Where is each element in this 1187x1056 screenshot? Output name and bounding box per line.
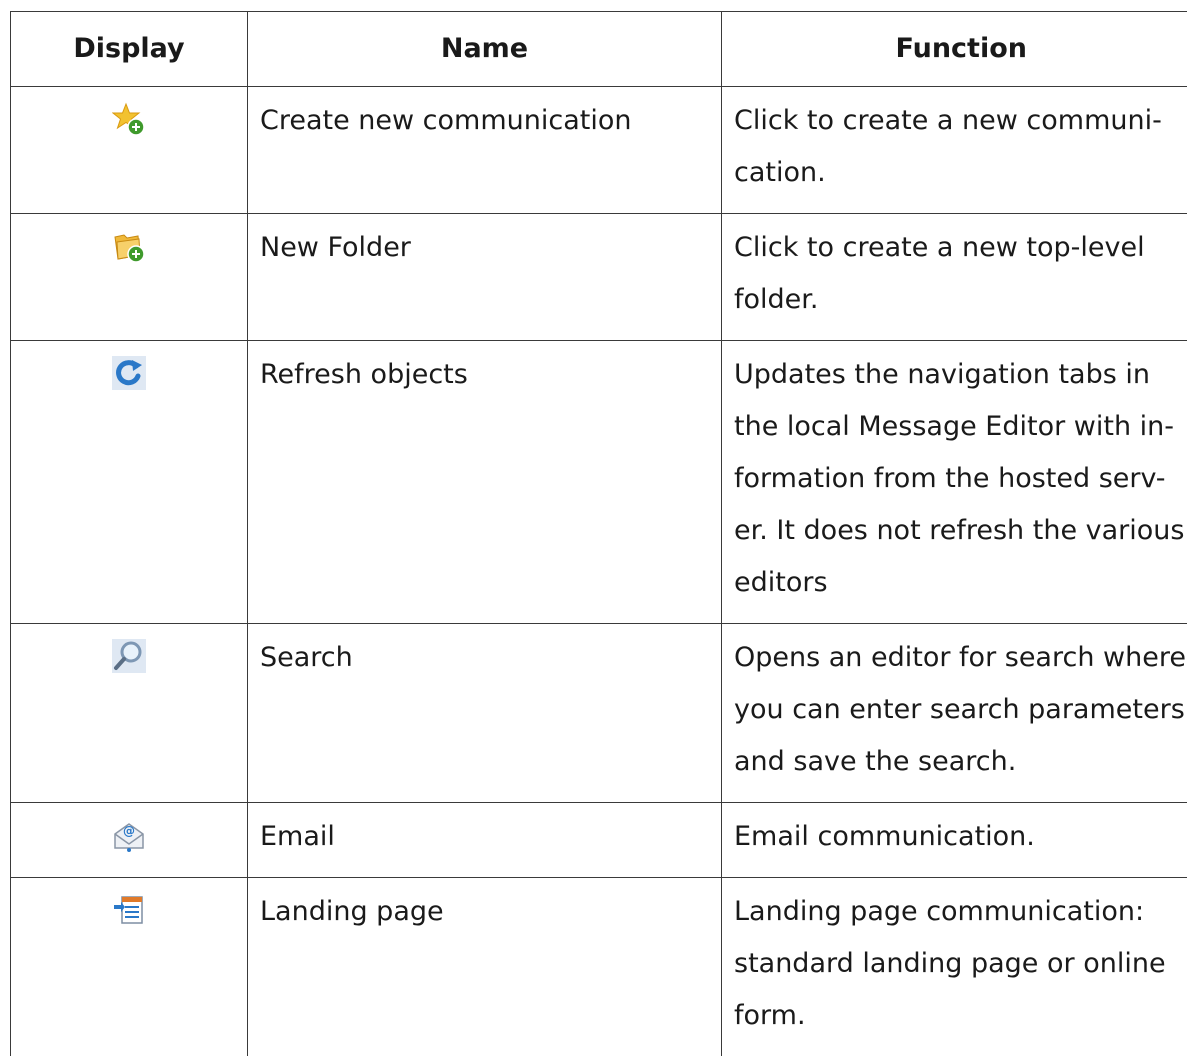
function-cell: Landing page communication:standard land… bbox=[722, 878, 1187, 1056]
email-icon: @ bbox=[112, 818, 146, 852]
refresh-icon bbox=[112, 356, 146, 390]
table-row: Refresh objects Updates the navigation t… bbox=[11, 341, 1187, 624]
function-cell: Click to create a new top-levelfolder. bbox=[722, 214, 1187, 341]
svg-text:@: @ bbox=[123, 824, 135, 838]
search-icon bbox=[112, 639, 146, 673]
function-cell: Updates the navigation tabs inthe local … bbox=[722, 341, 1187, 624]
display-cell bbox=[11, 87, 248, 214]
header-function: Function bbox=[722, 12, 1187, 87]
name-cell: Landing page bbox=[248, 878, 722, 1056]
table-row: New Folder Click to create a new top-lev… bbox=[11, 214, 1187, 341]
function-cell: Email communication. bbox=[722, 803, 1187, 878]
display-cell: @ bbox=[11, 803, 248, 878]
function-cell: Click to create a new communi-cation. bbox=[722, 87, 1187, 214]
name-cell: Search bbox=[248, 624, 722, 803]
name-cell: Refresh objects bbox=[248, 341, 722, 624]
create-communication-icon bbox=[112, 102, 146, 136]
header-name: Name bbox=[248, 12, 722, 87]
table-row: @ Email Email communication. bbox=[11, 803, 1187, 878]
display-cell bbox=[11, 341, 248, 624]
name-cell: Email bbox=[248, 803, 722, 878]
table-row: Landing page Landing page communication:… bbox=[11, 878, 1187, 1056]
display-cell bbox=[11, 214, 248, 341]
name-cell: Create new communication bbox=[248, 87, 722, 214]
table-row: Create new communication Click to create… bbox=[11, 87, 1187, 214]
toolbar-reference-table: Display Name Function Create new communi… bbox=[10, 11, 1187, 1056]
new-folder-icon bbox=[112, 229, 146, 263]
landing-page-icon bbox=[112, 893, 146, 927]
display-cell bbox=[11, 624, 248, 803]
header-display: Display bbox=[11, 12, 248, 87]
table-row: Search Opens an editor for search wherey… bbox=[11, 624, 1187, 803]
name-cell: New Folder bbox=[248, 214, 722, 341]
function-cell: Opens an editor for search whereyou can … bbox=[722, 624, 1187, 803]
display-cell bbox=[11, 878, 248, 1056]
table-header-row: Display Name Function bbox=[11, 12, 1187, 87]
